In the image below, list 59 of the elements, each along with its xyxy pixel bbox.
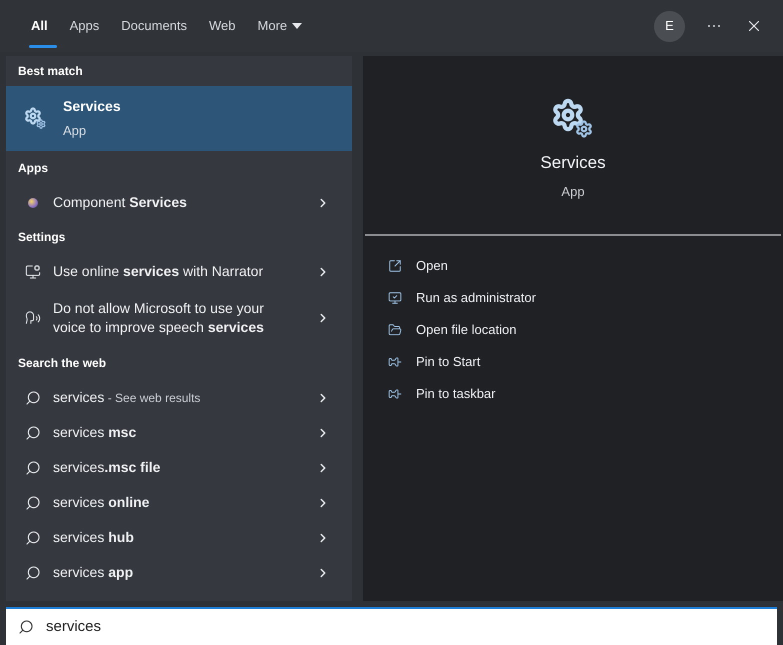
section-heading: Settings bbox=[17, 229, 66, 246]
result-text: Use online services with Narrator bbox=[53, 262, 264, 281]
filter-tab[interactable]: All bbox=[20, 0, 59, 52]
action-item[interactable]: Open file location bbox=[388, 314, 783, 346]
action-item[interactable]: Pin to taskbar bbox=[388, 378, 783, 410]
result-text: services.msc file bbox=[53, 458, 162, 477]
search-icon bbox=[18, 619, 34, 635]
result-title: Services bbox=[63, 97, 121, 116]
search-icon bbox=[25, 424, 41, 440]
result-item[interactable]: services msc bbox=[6, 415, 352, 450]
result-subtitle: App bbox=[63, 122, 88, 140]
open-icon bbox=[388, 259, 402, 273]
caret-icon bbox=[292, 23, 302, 29]
search-field[interactable]: services bbox=[6, 607, 777, 645]
filter-tab[interactable]: Apps bbox=[58, 0, 110, 52]
result-item[interactable]: services app bbox=[6, 555, 352, 590]
result-item[interactable]: services - See web results bbox=[6, 380, 352, 415]
pin-icon bbox=[388, 355, 402, 369]
tab-indicator bbox=[29, 45, 57, 48]
search-icon bbox=[25, 494, 41, 510]
result-item[interactable]: Component Services bbox=[6, 185, 352, 220]
action-item[interactable]: Run as administrator bbox=[388, 282, 783, 314]
result-text: services msc bbox=[53, 423, 138, 442]
search-icon bbox=[25, 390, 41, 406]
preview-subtitle: App bbox=[561, 182, 585, 201]
section-heading: Apps bbox=[17, 160, 49, 177]
result-item[interactable]: Do not allow Microsoft to use your voice to improve speech services bbox=[6, 289, 352, 346]
filter-tab[interactable]: Web bbox=[198, 0, 247, 52]
pin-icon bbox=[388, 387, 402, 401]
result-text: Do not allow Microsoft to use your voice to improve speech services bbox=[53, 298, 265, 336]
monitor-icon bbox=[25, 264, 41, 280]
section-heading: Best match bbox=[17, 63, 84, 80]
gears-icon bbox=[551, 98, 595, 140]
result-text: Component Services bbox=[53, 193, 188, 212]
filter-tab[interactable]: Documents bbox=[110, 0, 198, 52]
search-input[interactable]: services bbox=[46, 616, 777, 638]
filter-tab[interactable]: More bbox=[246, 0, 314, 52]
result-item[interactable]: services.msc file bbox=[6, 450, 352, 485]
preview-title: Services bbox=[540, 152, 606, 174]
action-item[interactable]: Pin to Start bbox=[388, 346, 783, 378]
section-heading: Search the web bbox=[17, 355, 108, 372]
gears-icon bbox=[24, 107, 47, 130]
app-icon bbox=[28, 198, 38, 208]
monitor-check-icon bbox=[388, 291, 402, 305]
result-item[interactable]: services hub bbox=[6, 520, 352, 555]
result-item[interactable]: Services App bbox=[6, 86, 352, 151]
folder-icon bbox=[388, 323, 402, 337]
result-text: services hub bbox=[53, 528, 135, 547]
result-text: services - See web results bbox=[53, 388, 202, 406]
result-item[interactable]: Use online services with Narrator bbox=[6, 254, 352, 289]
result-item[interactable]: services online bbox=[6, 485, 352, 520]
action-item[interactable]: Open bbox=[388, 250, 783, 282]
result-text: services app bbox=[53, 563, 134, 582]
search-icon bbox=[25, 530, 41, 546]
account-button[interactable]: E bbox=[654, 10, 685, 42]
search-icon bbox=[25, 460, 41, 476]
search-icon bbox=[25, 564, 41, 580]
speaking-person-icon bbox=[25, 310, 41, 326]
result-text: services online bbox=[53, 493, 150, 512]
